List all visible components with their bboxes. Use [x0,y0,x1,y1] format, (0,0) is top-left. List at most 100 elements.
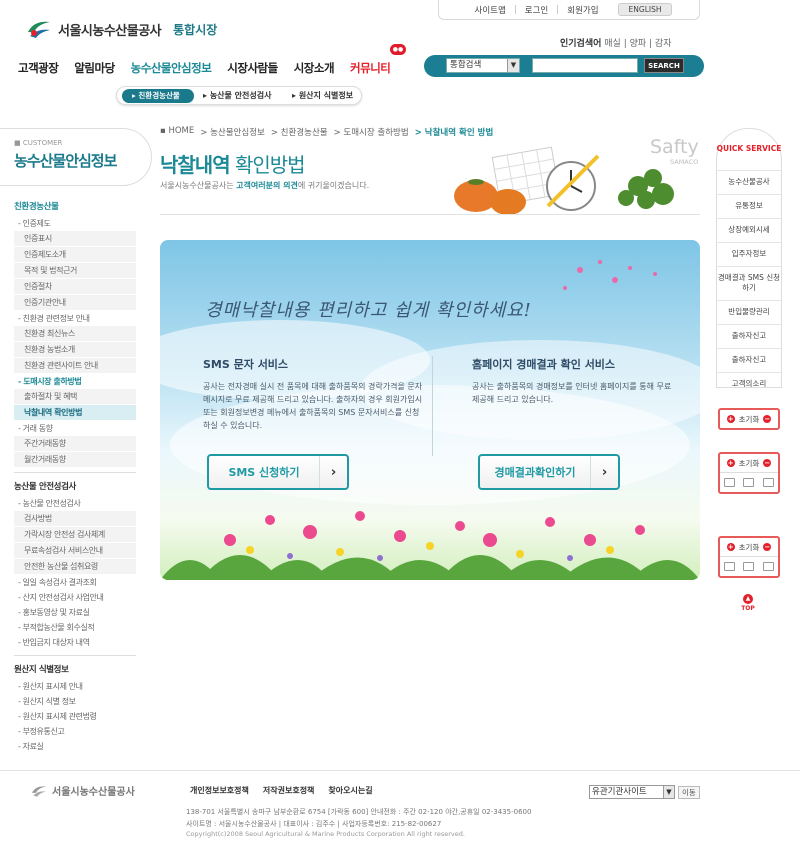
breadcrumb-item[interactable]: > 친환경농산물 [271,126,328,138]
directions-link[interactable]: 찾아오시는길 [328,785,372,796]
sidebar-item[interactable]: - 인증제도 [14,216,136,231]
sidebar-subitem[interactable]: 인증제도소개 [14,247,136,262]
sidebar-subitem[interactable]: 목적 및 법적근거 [14,263,136,278]
plus-icon: + [726,415,735,423]
search-input[interactable] [532,58,638,73]
join-link[interactable]: 회원가입 [558,4,607,16]
print-icon[interactable] [762,562,774,571]
quick-item[interactable]: 출하자신고 [716,324,782,346]
main-nav: 고객광장 알림마당 농수산물안심정보 시장사람들 시장소개 커뮤니티 [18,60,406,76]
sidebar-item[interactable]: - 거래 동향 [14,421,136,436]
nav-community[interactable]: 커뮤니티 [350,60,391,76]
auction-result-button[interactable]: 경매결과확인하기 › [478,454,620,490]
breadcrumb-item[interactable]: > 농산물안심정보 [200,126,265,138]
search-scope-select[interactable]: 통합검색 ▼ [446,58,520,73]
quick-item[interactable]: 유통정보 [716,194,782,216]
chevron-right-icon: › [319,456,347,488]
sidebar-item[interactable]: - 부적합농산물 회수실적 [14,620,136,635]
quick-item[interactable]: 고객의소리 [716,372,782,394]
popular-terms[interactable]: 매실 | 양파 | 감자 [604,39,671,49]
sidebar-subitem[interactable]: 친환경 농법소개 [14,342,136,357]
plus-icon: + [726,543,735,551]
sms-apply-button[interactable]: SMS 신청하기 › [207,454,349,490]
desc-post: 에 귀기울이겠습니다. [297,181,370,190]
desc-bold: 고객여러분의 의견 [236,181,298,190]
sidebar-header: ■ CUSTOMER 농수산물안심정보 [0,128,152,186]
print-icon[interactable] [762,478,774,487]
reset-row[interactable]: + 초기화 − [720,538,778,556]
sitemap-link[interactable]: 사이트맵 [466,4,515,16]
privacy-policy-link[interactable]: 개인정보보호정책 [190,785,249,796]
sidebar-subitem[interactable]: 무료속성검사 서비스안내 [14,543,136,558]
sidebar-group[interactable]: 원산지 식별정보 [14,661,136,679]
web-service-description: 공사는 출하품목의 경매정보를 인터넷 홈페이지를 통해 무료 제공해 드리고 … [472,382,672,404]
bookmark-icon[interactable] [743,478,755,487]
sidebar-item[interactable]: - 원산지 표시제 안내 [14,679,136,694]
minus-icon: − [763,459,772,467]
sidebar-subitem[interactable]: 인증기관안내 [14,295,136,310]
subnav-eco[interactable]: ▸ 친환경농산물 [122,89,194,103]
quick-item[interactable]: 반입물량관리 [716,300,782,322]
auction-result-label: 경매결과확인하기 [494,466,576,479]
sidebar-item[interactable]: - 자료실 [14,739,136,754]
reset-row[interactable]: + 초기화 − [720,454,778,472]
top-button[interactable]: ▲ TOP [738,594,758,612]
login-link[interactable]: 로그인 [516,4,557,16]
subnav-origin[interactable]: ▸ 원산지 식별정보 [292,90,353,101]
nav-market-intro[interactable]: 시장소개 [294,60,335,76]
sidebar-item[interactable]: - 반입금지 대상자 내역 [14,635,136,650]
sidebar-subitem[interactable]: 인증표시 [14,231,136,246]
quick-item[interactable]: 입주자정보 [716,242,782,264]
sidebar-item[interactable]: - 도매시장 출하방법 [14,374,136,389]
sidebar-subitem[interactable]: 월간거래동향 [14,452,136,467]
sidebar-subitem[interactable]: 안전한 농산물 섭취요령 [14,559,136,574]
sidebar-subitem[interactable]: 주간거래동향 [14,436,136,451]
nav-market-people[interactable]: 시장사람들 [227,60,278,76]
sidebar-subitem[interactable]: 출하절차 및 혜택 [14,389,136,404]
sidebar-item[interactable]: - 부정유통신고 [14,724,136,739]
sidebar-subitem[interactable]: 인증절차 [14,279,136,294]
quick-item[interactable]: 농수산물공사 [716,170,782,192]
breadcrumb-item[interactable]: ▪ HOME [160,126,194,138]
sidebar-item[interactable]: - 농산물 안전성검사 [14,496,136,511]
page-description: 서울시농수산물공사는 고객여러분의 의견에 귀기울이겠습니다. [160,180,369,191]
related-sites-go-button[interactable]: 이동 [678,786,700,799]
chevron-down-icon: ▼ [507,59,519,72]
breadcrumb-item[interactable]: > 도매시장 출하방법 [334,126,409,138]
quick-item[interactable]: 출하자신고 [716,348,782,370]
sidebar-subitem[interactable]: 친환경 최신뉴스 [14,326,136,341]
english-button[interactable]: ENGLISH [617,3,673,16]
sidebar-group[interactable]: 농산물 안전성검사 [14,478,136,496]
search-button[interactable]: SEARCH [644,58,684,73]
nav-customer[interactable]: 고객광장 [18,60,59,76]
new-badge: ●● [390,44,406,55]
footer-logo: 서울시농수산물공사 [30,783,135,798]
sidebar-item[interactable]: - 원산지 식별 정보 [14,694,136,709]
sidebar-subitem[interactable]: 가락시장 안전성 검사체계 [14,527,136,542]
sidebar-item[interactable]: - 원산지 표시제 관련법령 [14,709,136,724]
sidebar-item[interactable]: - 산지 안전성검사 사업안내 [14,590,136,605]
sidebar-subitem[interactable]: 검사방법 [14,511,136,526]
logo-mark-icon [26,18,52,40]
quick-item[interactable]: 경매결과 SMS 신청하기 [716,266,782,298]
banner-divider [432,356,433,456]
sidebar-group[interactable]: 친환경농산물 [14,198,136,216]
nav-notice[interactable]: 알림마당 [74,60,115,76]
sidebar-subitem[interactable]: 낙찰내역 확인방법 [14,405,136,420]
subnav-safety[interactable]: ▸ 농산물 안전성검사 [203,90,271,101]
nav-safety-info[interactable]: 농수산물안심정보 [131,60,212,76]
mail-icon[interactable] [724,562,736,571]
related-sites-select[interactable]: 유관기관사이트 ▼ [589,785,675,799]
sidebar-item[interactable]: - 친환경 관련정보 안내 [14,311,136,326]
copyright-policy-link[interactable]: 저작권보호정책 [263,785,315,796]
site-logo[interactable]: 서울시농수산물공사 통합시장 [26,18,217,40]
mail-icon[interactable] [724,478,736,487]
reset-row[interactable]: + 초기화 − [720,410,778,428]
reset-label: 초기화 [738,414,760,424]
bookmark-icon[interactable] [743,562,755,571]
quick-item[interactable]: 상장예외시세 [716,218,782,240]
sidebar-item[interactable]: - 홍보동영상 및 자료실 [14,605,136,620]
sidebar-subitem[interactable]: 친환경 관련사이트 안내 [14,358,136,373]
breadcrumb: ▪ HOME > 농산물안심정보 > 친환경농산물 > 도매시장 출하방법 > … [160,126,493,138]
sidebar-item[interactable]: - 일일 속성검사 결과조회 [14,575,136,590]
